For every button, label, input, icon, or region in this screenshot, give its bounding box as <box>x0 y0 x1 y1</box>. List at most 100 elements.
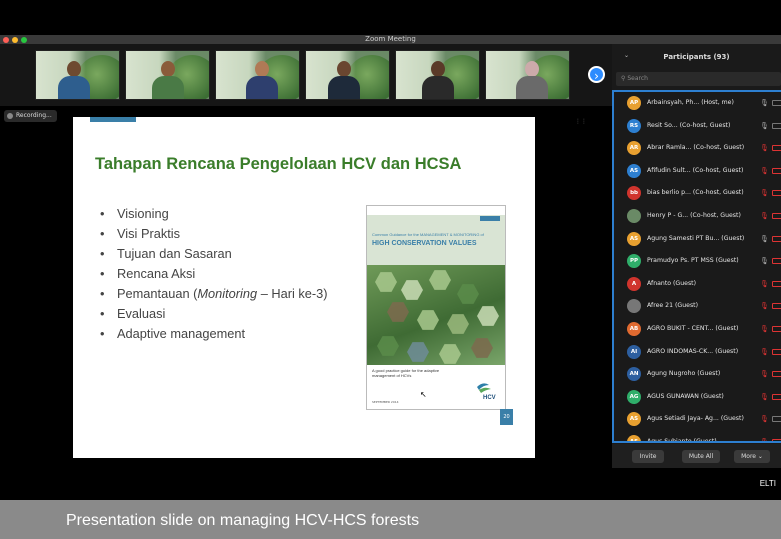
collapse-chevron-icon[interactable]: ⌄ <box>624 52 629 59</box>
slide-page-number: 20 <box>500 409 513 425</box>
microphone-icon[interactable]: 🎙︎ <box>760 144 769 152</box>
book-main-title: HIGH CONSERVATION VALUES <box>372 240 477 247</box>
video-camera-icon[interactable] <box>772 145 781 152</box>
participant-video-thumbnail[interactable] <box>305 50 390 100</box>
avatar: AS <box>627 163 641 178</box>
microphone-icon[interactable]: 🎙︎ <box>760 189 769 197</box>
participant-row[interactable]: Henry P - G... (Co-host, Guest) 🎙︎ <box>614 205 781 228</box>
window-titlebar: Zoom Meeting <box>0 35 781 44</box>
video-camera-icon[interactable] <box>772 190 781 197</box>
participant-row[interactable]: AS Agung Samesti PT Bu... (Guest) 🎙︎ <box>614 228 781 251</box>
cover-badge <box>480 216 500 221</box>
microphone-icon[interactable]: 🎙︎ <box>760 257 769 265</box>
avatar: RS <box>627 118 641 133</box>
microphone-icon[interactable]: 🎙︎ <box>760 212 769 220</box>
participant-name: Pramudyo Ps. PT MSS (Guest) <box>647 257 739 265</box>
recording-indicator[interactable]: Recording... <box>4 110 57 122</box>
bullet-item: • Adaptive management <box>100 326 246 341</box>
invite-button[interactable]: Invite <box>632 450 664 463</box>
video-caption: Presentation slide on managing HCV-HCS f… <box>66 512 420 529</box>
avatar: AN <box>627 367 641 382</box>
participant-video-thumbnail[interactable] <box>35 50 120 100</box>
avatar: AP <box>627 96 641 110</box>
video-camera-icon[interactable] <box>772 326 781 332</box>
cover-photo-collage <box>367 265 505 365</box>
video-thumbnail-strip <box>0 44 612 106</box>
video-camera-icon[interactable] <box>772 213 781 219</box>
elti-watermark: ELTI <box>759 479 776 488</box>
book-description: A good practice guide for the adaptive m… <box>372 368 440 378</box>
next-page-arrow-icon[interactable]: › <box>588 66 605 83</box>
microphone-icon[interactable]: 🎙︎ <box>760 302 769 310</box>
view-options-icon[interactable]: ⋮⋮ <box>575 118 587 125</box>
video-camera-icon[interactable] <box>772 100 781 106</box>
video-camera-icon[interactable] <box>772 258 781 265</box>
microphone-icon[interactable]: 🎙︎ <box>760 99 769 107</box>
microphone-icon[interactable]: 🎙︎ <box>760 122 769 130</box>
avatar <box>627 299 641 314</box>
participant-name: Henry P - G... (Co-host, Guest) <box>647 212 741 219</box>
bullet-item: • Visi Praktis <box>100 226 181 241</box>
video-camera-icon[interactable] <box>772 303 781 310</box>
participant-row[interactable]: AS Agus Subianto (Guest) 🎙︎ <box>614 431 781 443</box>
video-camera-icon[interactable] <box>772 439 781 441</box>
participant-row[interactable]: AP Arbainsyah, Ph... (Host, me) 🎙︎ <box>614 92 781 115</box>
slide-title: Tahapan Rencana Pengelolaan HCV dan HCSA <box>95 155 462 173</box>
participant-row[interactable]: AI AGRO INDOMAS-CK... (Guest) 🎙︎ <box>614 341 781 364</box>
participant-row[interactable]: AR Abrar Ramla... (Co-host, Guest) 🎙︎ <box>614 137 781 160</box>
participant-row[interactable]: AN Agung Nugroho (Guest) 🎙︎ <box>614 363 781 386</box>
participant-row[interactable]: PP Pramudyo Ps. PT MSS (Guest) 🎙︎ <box>614 250 781 273</box>
participants-list: AP Arbainsyah, Ph... (Host, me) 🎙︎ RS Resit … <box>612 90 781 443</box>
participant-row[interactable]: RS Resit So... (Co-host, Guest) 🎙︎ <box>614 115 781 138</box>
video-camera-icon[interactable] <box>772 393 781 400</box>
participant-row[interactable]: AS Afifudin Sult... (Co-host, Guest) 🎙︎ <box>614 160 781 183</box>
participant-row[interactable]: bb bias berlio p... (Co-host, Guest) 🎙︎ <box>614 182 781 205</box>
participants-search-input[interactable]: ⚲ Search <box>616 72 781 86</box>
participant-name: Abrar Ramla... (Co-host, Guest) <box>647 144 745 152</box>
avatar: AS <box>627 231 641 246</box>
microphone-icon[interactable]: 🎙︎ <box>760 235 769 243</box>
participant-video-thumbnail[interactable] <box>485 50 570 100</box>
microphone-icon[interactable]: 🎙︎ <box>760 348 769 356</box>
video-camera-icon[interactable] <box>772 122 781 129</box>
video-camera-icon[interactable] <box>772 280 781 287</box>
video-camera-icon[interactable] <box>772 348 781 355</box>
microphone-icon[interactable]: 🎙︎ <box>760 393 769 401</box>
participant-video-thumbnail[interactable] <box>215 50 300 100</box>
video-camera-icon[interactable] <box>772 235 781 242</box>
more-button[interactable]: More ⌄ <box>734 450 770 463</box>
video-camera-icon[interactable] <box>772 371 781 378</box>
svg-text:HCV: HCV <box>483 395 496 401</box>
participant-row[interactable]: AS Agus Setiadi Jaya- Ag... (Guest) 🎙︎ <box>614 408 781 431</box>
mute-all-button[interactable]: Mute All <box>682 450 720 463</box>
microphone-icon[interactable]: 🎙︎ <box>760 415 769 423</box>
video-camera-icon[interactable] <box>772 167 781 174</box>
microphone-icon[interactable]: 🎙︎ <box>760 280 769 288</box>
hcv-logo-icon: HCV <box>477 383 496 401</box>
participant-name: AGRO BUKIT - CENT... (Guest) <box>647 325 739 332</box>
participants-footer: Invite Mute All More ⌄ <box>612 444 781 468</box>
microphone-icon[interactable]: 🎙︎ <box>760 167 769 175</box>
microphone-icon[interactable]: 🎙︎ <box>760 370 769 378</box>
avatar: bb <box>627 186 641 201</box>
participant-row[interactable]: AB AGRO BUKIT - CENT... (Guest) 🎙︎ <box>614 318 781 341</box>
avatar: AI <box>627 344 641 359</box>
bullet-item: • Tujuan dan Sasaran <box>100 246 232 261</box>
participants-title: Participants (93) <box>663 53 730 61</box>
participant-row[interactable]: AG AGUS GUNAWAN (Guest) 🎙︎ <box>614 386 781 409</box>
participant-figure <box>152 61 184 99</box>
participant-name: Agung Nugroho (Guest) <box>647 370 721 378</box>
video-camera-icon[interactable] <box>772 416 781 423</box>
participant-video-thumbnail[interactable] <box>395 50 480 100</box>
microphone-icon[interactable]: 🎙︎ <box>760 325 769 333</box>
top-letterbox <box>0 0 781 35</box>
participant-video-thumbnail[interactable] <box>125 50 210 100</box>
participant-row[interactable]: A Afnanto (Guest) 🎙︎ <box>614 273 781 296</box>
participant-figure <box>328 61 360 99</box>
participant-name: Afifudin Sult... (Co-host, Guest) <box>647 166 744 174</box>
microphone-icon[interactable]: 🎙︎ <box>760 438 769 441</box>
participant-name: Agus Subianto (Guest) <box>647 438 717 443</box>
participants-header: ⌄ Participants (93) <box>612 44 781 70</box>
participant-name: Resit So... (Co-host, Guest) <box>647 121 731 129</box>
participant-row[interactable]: Afree 21 (Guest) 🎙︎ <box>614 295 781 318</box>
